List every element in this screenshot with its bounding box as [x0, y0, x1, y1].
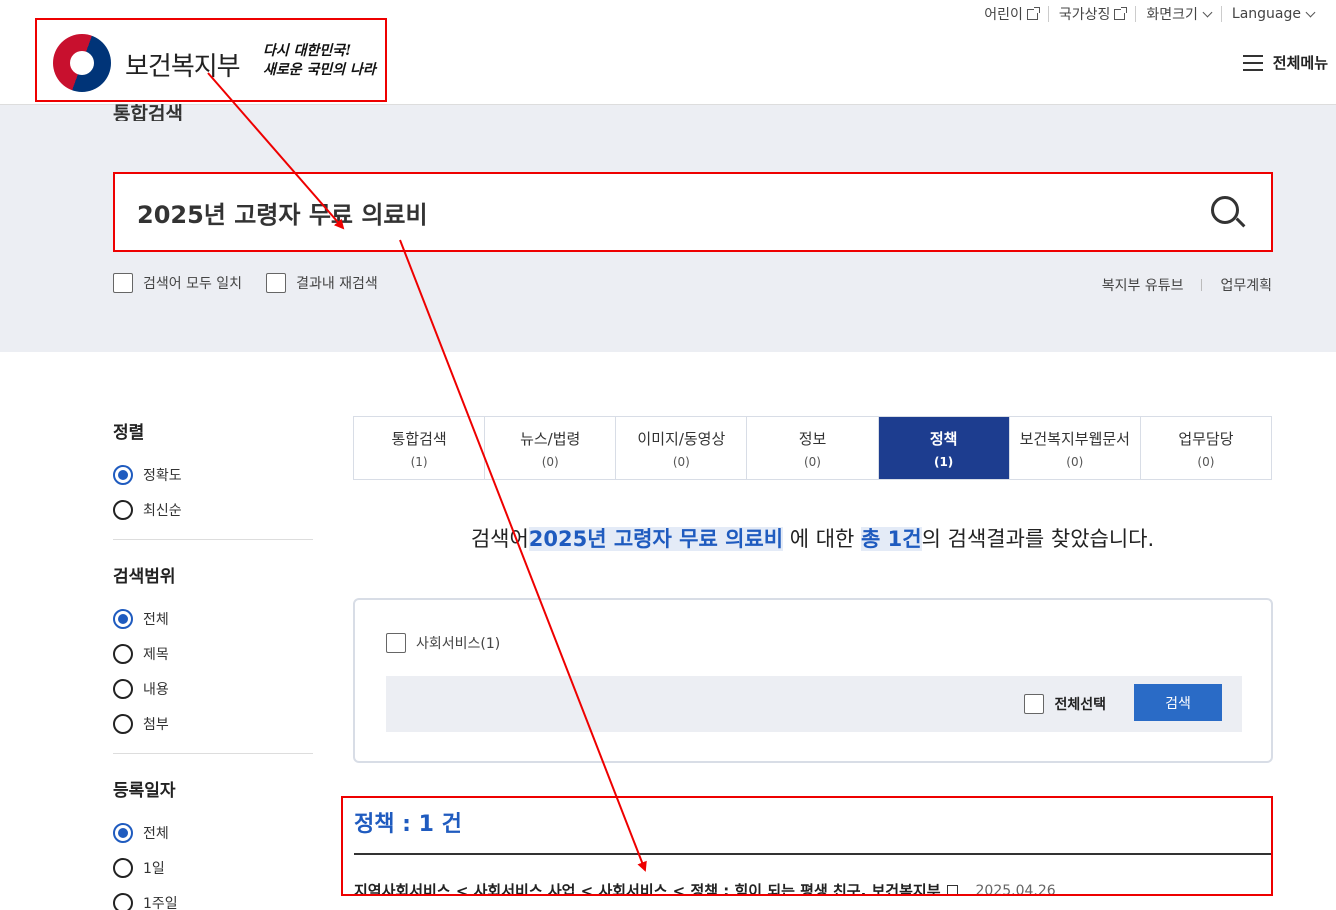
- radio-icon: [113, 857, 133, 878]
- chevron-down-icon: [1305, 7, 1316, 17]
- checkbox-icon: [1024, 694, 1045, 714]
- tab-image-video[interactable]: 이미지/동영상 (0): [616, 417, 748, 479]
- checkbox-icon: [266, 273, 287, 293]
- search-icon[interactable]: [1211, 196, 1246, 230]
- result-item-link[interactable]: 지역사회서비스 < 사회서비스 사업 < 사회서비스 < 정책 : 힘이 되는 …: [354, 880, 1056, 896]
- util-national-symbol-link[interactable]: 국가상징: [1049, 6, 1137, 23]
- category-filter-box: 사회서비스(1) 전체선택 검색: [353, 598, 1273, 763]
- search-box: [113, 172, 1273, 252]
- util-screen-size-dropdown[interactable]: 화면크기: [1136, 6, 1222, 23]
- query-highlight: 2025년 고령자 무료 의료비: [528, 527, 784, 551]
- external-link-icon: [1026, 6, 1040, 20]
- date-1day-radio[interactable]: 1일: [113, 850, 313, 885]
- radio-icon: [113, 678, 133, 699]
- divider: [113, 753, 313, 754]
- external-link-icon: [1114, 6, 1128, 20]
- radio-icon: [113, 713, 133, 734]
- search-within-checkbox[interactable]: 결과내 재검색: [266, 273, 378, 293]
- result-tabs: 통합검색 (1) 뉴스/법령 (0) 이미지/동영상 (0) 정보 (0) 정책 (1) …: [353, 416, 1272, 480]
- date-1week-radio[interactable]: 1주일: [113, 885, 313, 910]
- scope-attachment-radio[interactable]: 첨부: [113, 706, 313, 741]
- divider: [354, 853, 1271, 855]
- logo-text: 보건복지부: [125, 52, 241, 82]
- search-band: 통합검색 검색어 모두 일치 결과내 재검색 복지부 유튜브 업무계획: [0, 103, 1336, 352]
- exact-match-checkbox[interactable]: 검색어 모두 일치: [113, 273, 242, 293]
- taegeuk-emblem-icon: [53, 34, 111, 92]
- date-title: 등록일자: [113, 781, 176, 801]
- tab-policy[interactable]: 정책 (1): [878, 417, 1010, 479]
- filter-action-bar: 전체선택 검색: [386, 676, 1242, 732]
- site-header: 어린이 국가상징 화면크기 Language 보건복지부 다시 대한민국! 새로…: [0, 0, 1336, 105]
- radio-checked-icon: [113, 608, 133, 629]
- radio-icon: [113, 643, 133, 664]
- filter-search-button[interactable]: 검색: [1134, 684, 1222, 721]
- tab-integrated[interactable]: 통합검색 (1): [354, 417, 486, 479]
- total-highlight: 총 1건: [861, 527, 922, 551]
- filter-sidebar: 정렬 정확도 최신순 검색범위 전체 제목 내용 첨부 등록일자 전체 1일 1…: [113, 418, 313, 910]
- sort-title: 정렬: [113, 423, 145, 443]
- work-plan-link[interactable]: 업무계획: [1202, 275, 1272, 295]
- hamburger-icon: [1242, 54, 1263, 71]
- page-title: 통합검색: [113, 103, 183, 121]
- tab-news-law[interactable]: 뉴스/법령 (0): [485, 417, 617, 479]
- radio-checked-icon: [113, 464, 133, 485]
- scope-title-radio[interactable]: 제목: [113, 636, 313, 671]
- scope-content-radio[interactable]: 내용: [113, 671, 313, 706]
- chevron-down-icon: [1202, 7, 1213, 17]
- util-kids-link[interactable]: 어린이: [974, 6, 1049, 23]
- search-options: 검색어 모두 일치 결과내 재검색: [113, 273, 402, 293]
- divider: [113, 539, 313, 540]
- result-date: 2025.04.26: [975, 882, 1056, 896]
- radio-checked-icon: [113, 822, 133, 843]
- util-language-dropdown[interactable]: Language: [1222, 6, 1316, 22]
- tab-info[interactable]: 정보 (0): [747, 417, 879, 479]
- policy-result-section: 정책 : 1 건 지역사회서비스 < 사회서비스 사업 < 사회서비스 < 정책…: [341, 796, 1273, 896]
- radio-icon: [113, 499, 133, 520]
- sort-accuracy-radio[interactable]: 정확도: [113, 457, 313, 492]
- utility-nav: 어린이 국가상징 화면크기 Language: [974, 6, 1316, 23]
- sort-latest-radio[interactable]: 최신순: [113, 492, 313, 527]
- logo-link[interactable]: 보건복지부 다시 대한민국! 새로운 국민의 나라: [35, 18, 387, 102]
- youtube-link[interactable]: 복지부 유튜브: [1084, 275, 1202, 295]
- quick-links: 복지부 유튜브 업무계획: [1084, 275, 1272, 295]
- result-section-title: 정책 : 1 건: [354, 812, 462, 837]
- scope-all-radio[interactable]: 전체: [113, 601, 313, 636]
- radio-icon: [113, 892, 133, 910]
- checkbox-icon: [386, 633, 406, 653]
- tab-staff[interactable]: 업무담당 (0): [1141, 417, 1271, 479]
- select-all-checkbox[interactable]: 전체선택: [1024, 694, 1106, 714]
- external-link-icon: [946, 885, 958, 894]
- result-summary: 검색어2025년 고령자 무료 의료비 에 대한 총 1건의 검색결과를 찾았습…: [470, 527, 1155, 551]
- all-menu-button[interactable]: 전체메뉴: [1242, 52, 1328, 73]
- checkbox-icon: [113, 273, 133, 293]
- scope-title: 검색범위: [113, 567, 176, 587]
- date-all-radio[interactable]: 전체: [113, 815, 313, 850]
- category-social-service-checkbox[interactable]: 사회서비스(1): [386, 633, 500, 653]
- slogan: 다시 대한민국! 새로운 국민의 나라: [263, 43, 376, 78]
- tab-web-docs[interactable]: 보건복지부웹문서 (0): [1010, 417, 1141, 479]
- search-input[interactable]: [137, 194, 1137, 230]
